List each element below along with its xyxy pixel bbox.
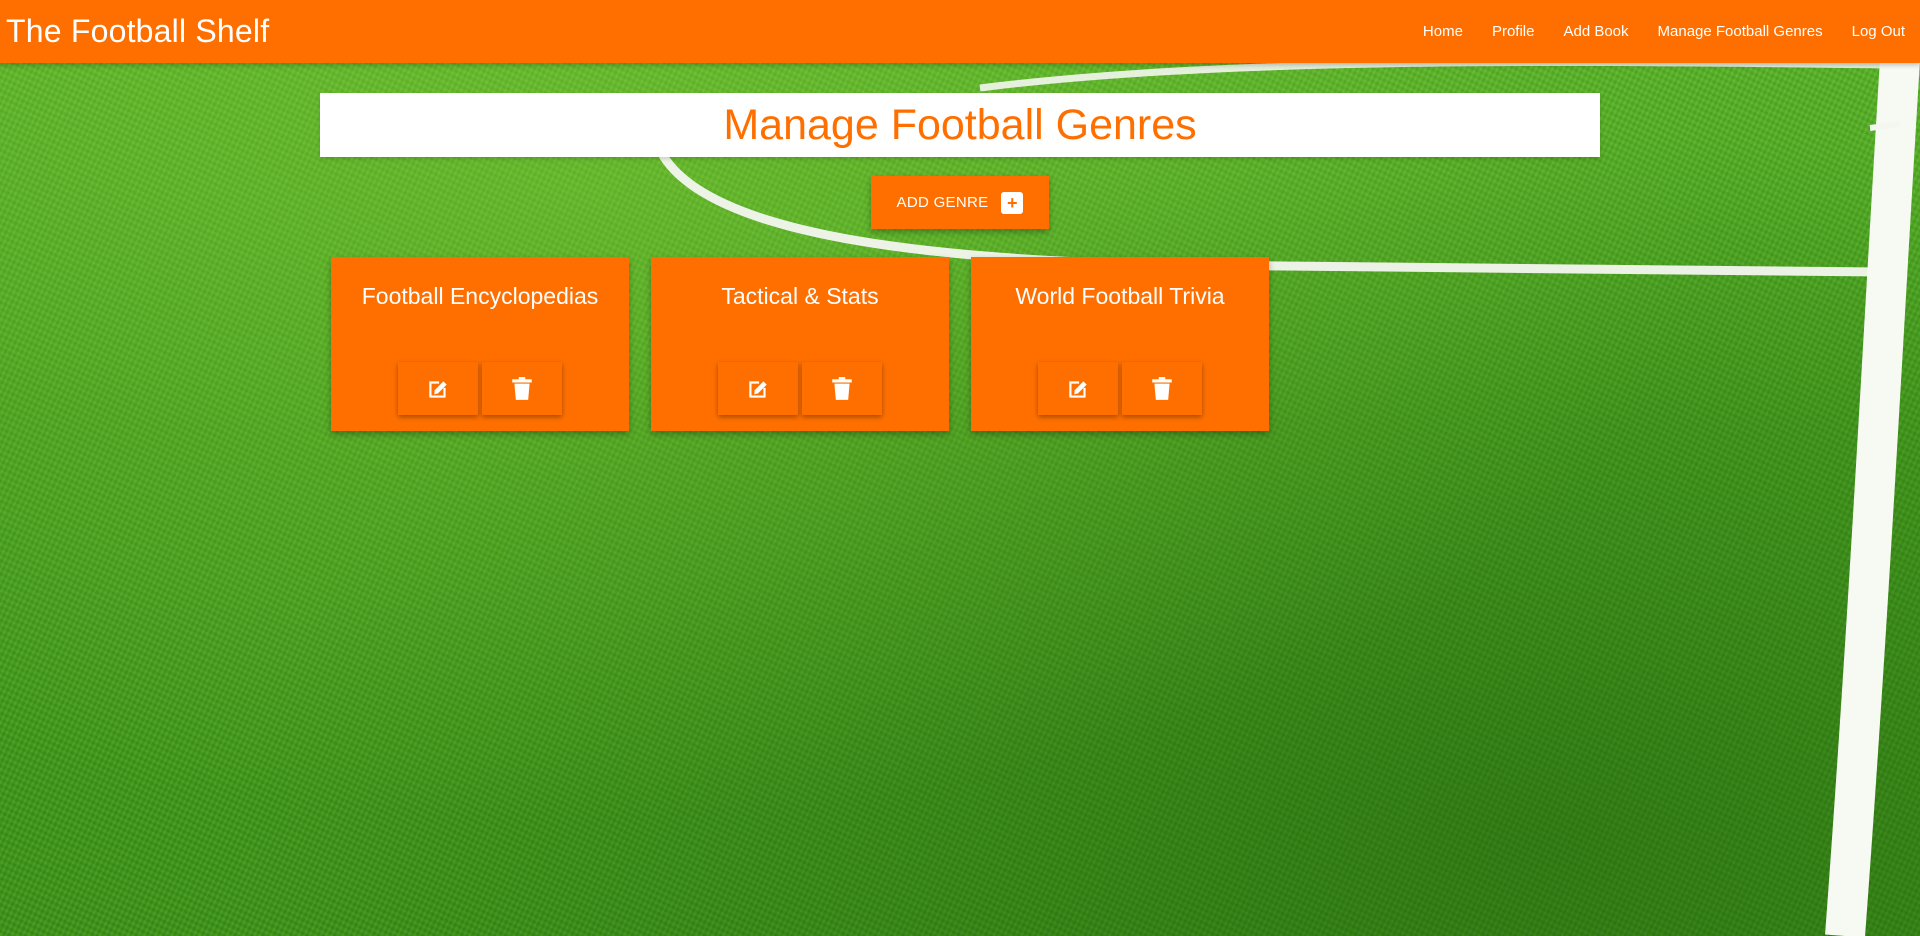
genre-name: World Football Trivia (1015, 283, 1225, 309)
edit-icon (749, 380, 767, 398)
nav-link-home[interactable]: Home (1423, 23, 1463, 40)
genre-card: Tactical & Stats (651, 257, 949, 431)
genre-card-actions (331, 362, 629, 415)
genre-card: World Football Trivia (971, 257, 1269, 431)
nav-links: Home Profile Add Book Manage Football Ge… (1394, 23, 1920, 40)
edit-genre-button[interactable] (398, 362, 478, 415)
genre-name: Football Encyclopedias (361, 283, 599, 309)
edit-genre-button[interactable] (718, 362, 798, 415)
genre-card-actions (971, 362, 1269, 415)
trash-icon (832, 376, 852, 400)
top-navbar: The Football Shelf Home Profile Add Book… (0, 0, 1920, 63)
page-title: Manage Football Genres (723, 100, 1197, 149)
nav-link-log-out[interactable]: Log Out (1852, 23, 1905, 40)
plus-square-icon: + (1001, 191, 1024, 214)
trash-icon (1152, 376, 1172, 400)
edit-icon (429, 380, 447, 398)
edit-genre-button[interactable] (1038, 362, 1118, 415)
page-title-panel: Manage Football Genres (320, 93, 1600, 157)
genre-name: Tactical & Stats (721, 283, 879, 309)
delete-genre-button[interactable] (802, 362, 882, 415)
delete-genre-button[interactable] (1122, 362, 1202, 415)
genre-card: Football Encyclopedias (331, 257, 629, 431)
trash-icon (512, 376, 532, 400)
edit-icon (1069, 380, 1087, 398)
genre-cards: Football Encyclopedias Tactical & Stats (331, 257, 1291, 431)
add-genre-label: ADD GENRE (896, 194, 989, 211)
delete-genre-button[interactable] (482, 362, 562, 415)
add-genre-button[interactable]: ADD GENRE + (871, 176, 1049, 229)
nav-link-manage-genres[interactable]: Manage Football Genres (1658, 23, 1823, 40)
genre-card-actions (651, 362, 949, 415)
nav-link-add-book[interactable]: Add Book (1563, 23, 1628, 40)
nav-link-profile[interactable]: Profile (1492, 23, 1535, 40)
brand-logo-text[interactable]: The Football Shelf (0, 13, 269, 50)
